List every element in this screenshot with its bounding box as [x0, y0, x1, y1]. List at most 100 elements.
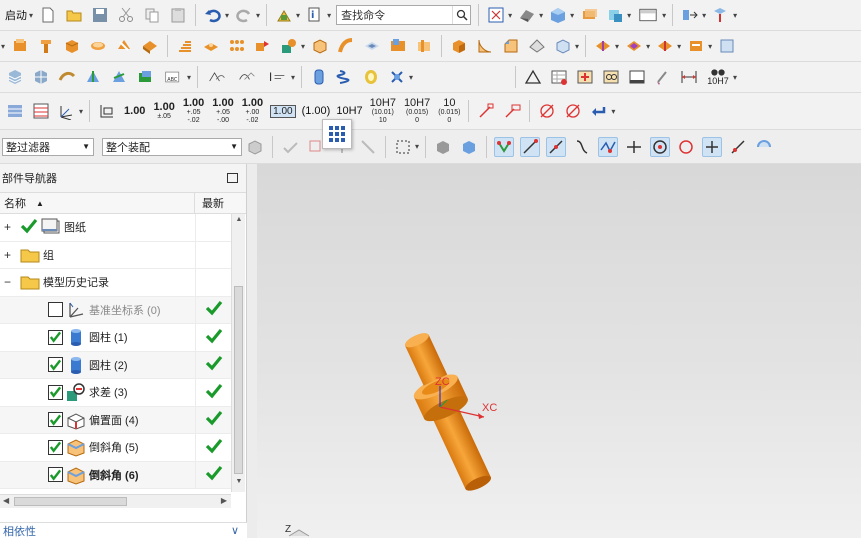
add-table-row-icon[interactable] — [575, 67, 595, 87]
mirror-icon[interactable] — [553, 36, 573, 56]
through-curve-mesh-icon[interactable] — [31, 67, 51, 87]
background-icon[interactable] — [636, 5, 660, 25]
thicken-icon[interactable]: ABC — [161, 67, 185, 87]
redo-dropdown-icon[interactable]: ▾ — [256, 11, 260, 20]
boss-icon[interactable] — [201, 36, 221, 56]
assembly-scope-select[interactable]: 整个装配 ▼ — [102, 137, 242, 156]
sphere-icon[interactable] — [140, 36, 160, 56]
navigator-vertical-scrollbar[interactable]: ▲ ▼ — [231, 214, 245, 492]
brush-icon[interactable] — [653, 67, 673, 87]
draft-icon[interactable] — [414, 36, 434, 56]
tree-node-offset-face-4[interactable]: 偏置面 (4) — [0, 406, 231, 434]
intersection-point-icon[interactable] — [598, 136, 619, 157]
scroll-thumb[interactable] — [234, 286, 243, 474]
end-point-icon[interactable] — [520, 136, 541, 157]
tolerance-style-5[interactable]: 1.00 +.00 -.02 — [242, 97, 263, 125]
delete-face-dropdown-icon[interactable]: ▾ — [708, 42, 712, 51]
arc-center-icon[interactable] — [650, 136, 671, 157]
fit-tolerance-button[interactable]: 10H7 — [705, 67, 731, 87]
visibility-checkbox-checked[interactable] — [48, 412, 63, 428]
point-dialog-icon[interactable] — [358, 137, 378, 157]
hole-icon[interactable] — [175, 36, 195, 56]
sheet-icon[interactable] — [627, 67, 647, 87]
triangle-icon[interactable] — [523, 67, 543, 87]
wheel-icon[interactable] — [361, 67, 381, 87]
return-arrow-icon[interactable] — [589, 101, 609, 121]
tree-node-chamfer-5[interactable]: 倒斜角 (5) — [0, 434, 231, 462]
cut-icon[interactable] — [116, 5, 136, 25]
visibility-checkbox-unchecked[interactable] — [48, 302, 63, 318]
control-point-icon[interactable] — [572, 137, 592, 157]
wrap-icon[interactable] — [387, 67, 407, 87]
fit-tolerance-4[interactable]: 10 (0.015) 0 — [438, 97, 460, 125]
shaded-view-dropdown-icon[interactable]: ▾ — [539, 11, 543, 20]
quadrant-point-icon[interactable] — [676, 137, 696, 157]
sync-move-icon[interactable] — [593, 36, 613, 56]
row2-overflow-icon[interactable]: ▾ — [1, 42, 5, 51]
resize-face-icon[interactable] — [655, 36, 675, 56]
open-folder-icon[interactable] — [64, 5, 84, 25]
rectangle-select-icon[interactable] — [393, 137, 413, 157]
mid-point-icon[interactable] — [546, 136, 567, 157]
edit-section-icon[interactable] — [605, 5, 625, 25]
select-solid-icon[interactable] — [459, 137, 479, 157]
leader-annotation-icon[interactable] — [502, 101, 522, 121]
block-icon[interactable] — [62, 36, 82, 56]
diameter-alt-icon[interactable] — [563, 101, 583, 121]
tree-node-group[interactable]: + 组 — [0, 241, 231, 269]
tree-node-datum-csys[interactable]: 基准坐标系 (0) — [0, 296, 231, 324]
dimension-icon[interactable] — [679, 67, 699, 87]
fit-view-icon[interactable] — [486, 5, 506, 25]
paste-icon[interactable] — [168, 5, 188, 25]
visibility-checkbox-checked[interactable] — [48, 384, 63, 400]
tree-node-cylinder-2[interactable]: 圆柱 (2) — [0, 351, 231, 379]
visibility-checkbox-checked[interactable] — [48, 467, 63, 483]
scroll-down-icon[interactable]: ▼ — [232, 478, 246, 490]
surface-dropdown-icon[interactable]: ▾ — [187, 73, 191, 82]
edit-annotation-icon[interactable] — [476, 101, 496, 121]
replace-face-icon[interactable] — [624, 36, 644, 56]
visibility-checkbox-checked[interactable] — [48, 439, 63, 455]
edge-blend-icon[interactable] — [475, 36, 495, 56]
unite-icon[interactable] — [253, 36, 273, 56]
move-component-dropdown-icon[interactable]: ▾ — [733, 11, 737, 20]
more-features-icon[interactable] — [717, 36, 737, 56]
cylinder-icon[interactable] — [88, 36, 108, 56]
expand-icon[interactable]: + — [4, 248, 13, 262]
view-label-icon[interactable] — [601, 67, 621, 87]
resize-face-dropdown-icon[interactable]: ▾ — [677, 42, 681, 51]
visibility-checkbox-checked[interactable] — [48, 357, 63, 373]
dimension-style-icon[interactable] — [97, 101, 117, 121]
tree-node-model-history[interactable]: − 模型历史记录 — [0, 269, 231, 297]
annotation-dropdown-icon[interactable]: ▾ — [733, 73, 737, 82]
isoparametric-curve-icon[interactable] — [235, 67, 259, 87]
sweep-icon[interactable] — [336, 36, 356, 56]
select-mode-dropdown-icon[interactable]: ▾ — [415, 142, 419, 151]
save-icon[interactable] — [90, 5, 110, 25]
view-orient-dropdown-icon[interactable]: ▾ — [570, 11, 574, 20]
extrude-icon[interactable] — [10, 36, 30, 56]
maximize-icon[interactable] — [227, 173, 238, 183]
expand-icon[interactable]: + — [4, 220, 13, 234]
spring-icon[interactable] — [335, 67, 355, 87]
layer-icon[interactable] — [579, 5, 599, 25]
revolve-icon[interactable] — [36, 36, 56, 56]
n-sided-surface-icon[interactable] — [83, 67, 103, 87]
table-format-icon[interactable] — [5, 101, 25, 121]
dim-dropdown-icon[interactable]: ▾ — [611, 107, 615, 116]
collapse-icon[interactable]: − — [4, 275, 13, 289]
shaft-part[interactable] — [403, 330, 493, 493]
shaded-view-icon[interactable] — [517, 5, 537, 25]
touch-mode-dropdown-icon[interactable]: ▾ — [296, 11, 300, 20]
split-body-icon[interactable] — [388, 36, 408, 56]
undo-dropdown-icon[interactable]: ▾ — [225, 11, 229, 20]
gc-toolkit-dropdown-icon[interactable]: ▾ — [409, 73, 413, 82]
tolerance-reference[interactable]: (1.00) — [302, 105, 331, 117]
copy-icon[interactable] — [142, 5, 162, 25]
component-filter-icon[interactable] — [245, 137, 265, 157]
tolerance-style-4[interactable]: 1.00 +.05 -.00 — [212, 97, 233, 125]
visibility-checkbox-checked[interactable] — [48, 329, 63, 345]
patch-icon[interactable] — [135, 67, 155, 87]
fit-view-dropdown-icon[interactable]: ▾ — [508, 11, 512, 20]
pattern-icon[interactable] — [227, 36, 247, 56]
